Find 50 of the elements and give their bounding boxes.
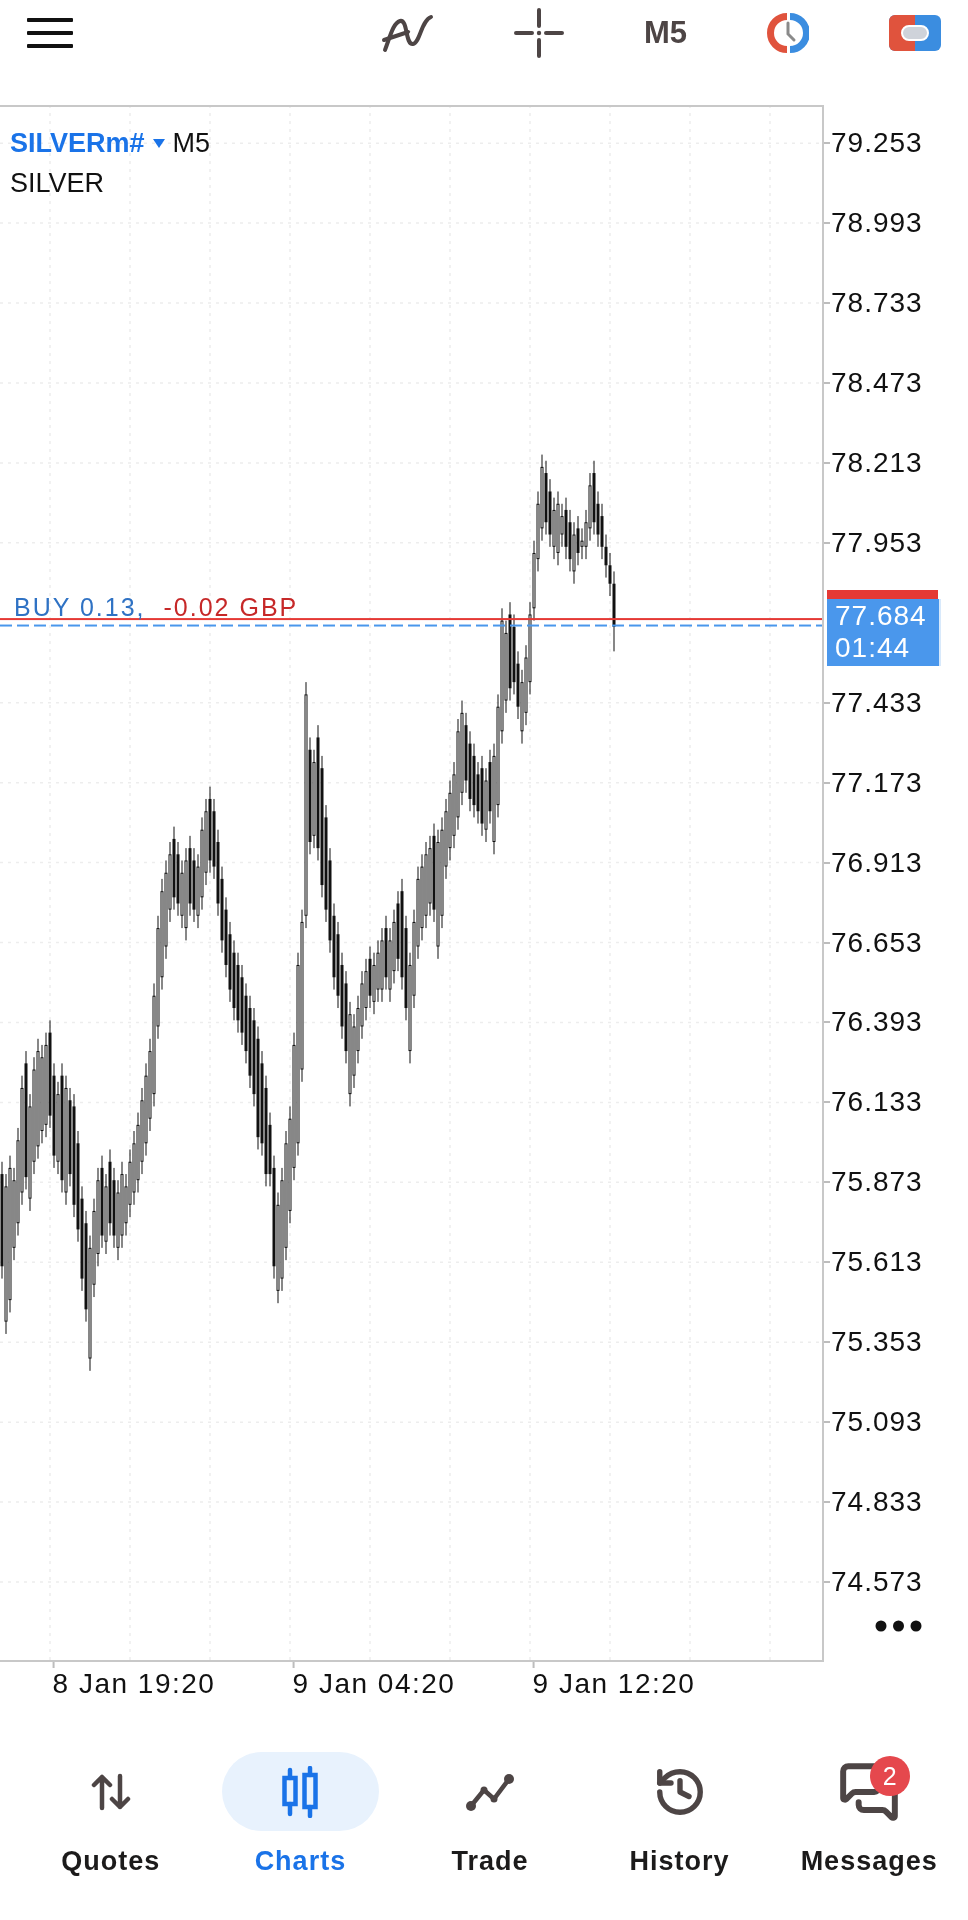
trend-line-icon	[465, 1771, 515, 1812]
chart-timeframe: M5	[172, 127, 211, 160]
price-axis-label: 75.613	[824, 1246, 923, 1279]
price-axis-label: 76.133	[824, 1086, 923, 1119]
price-axis-label: 74.573	[824, 1566, 923, 1599]
menu-button[interactable]	[27, 18, 73, 48]
nav-tab[interactable]: History	[584, 1752, 775, 1877]
price-axis-label: 74.833	[824, 1486, 923, 1519]
clock-icon	[767, 12, 809, 54]
symbol-selector[interactable]: SILVERm#	[10, 125, 145, 161]
nav-tab[interactable]: Quotes	[16, 1752, 206, 1877]
unread-count: 2	[869, 1756, 910, 1796]
price-axis-label: 79.253	[824, 127, 923, 160]
clock-button[interactable]	[767, 12, 809, 54]
crosshair-button[interactable]	[513, 8, 564, 58]
price-axis-label: 77.173	[824, 766, 923, 799]
price-axis-label: 76.653	[824, 926, 923, 959]
price-axis-label: 78.733	[824, 287, 923, 319]
order-label: BUY 0.13,	[14, 592, 146, 623]
toggle-button[interactable]	[889, 15, 941, 51]
price-value: 77.684	[835, 599, 928, 632]
up-down-arrows-icon	[90, 1771, 131, 1812]
profit-label: -0.02 GBP	[163, 592, 299, 623]
time-axis-label: 8 Jan 19:20	[52, 1662, 216, 1700]
toggle-icon	[889, 15, 941, 51]
countdown-timer: 01:44	[835, 631, 912, 664]
nav-tab[interactable]: Charts	[205, 1752, 396, 1877]
price-axis-label: 78.213	[824, 446, 923, 479]
price-axis-label: 77.953	[824, 526, 923, 559]
price-axis-label: 78.473	[824, 366, 923, 399]
menu-icon	[27, 18, 73, 48]
price-axis-label: 76.913	[824, 846, 923, 879]
nav-tab[interactable]: 2 Messages	[774, 1752, 964, 1877]
price-axis-label: 76.393	[824, 1006, 923, 1039]
crosshair-icon	[513, 8, 564, 58]
indicators-button[interactable]	[380, 13, 434, 53]
price-axis-label: 75.353	[824, 1326, 923, 1359]
dropdown-caret-icon	[152, 138, 165, 148]
symbol-description: SILVER	[10, 167, 106, 200]
more-icon[interactable]	[875, 1620, 922, 1632]
chart-icon	[280, 1765, 321, 1818]
price-axis-label: 75.873	[824, 1166, 923, 1199]
time-axis-label: 9 Jan 12:20	[532, 1662, 696, 1700]
nav-tab[interactable]: Trade	[395, 1752, 585, 1877]
price-axis-label: 77.433	[824, 686, 923, 719]
time-axis-label: 9 Jan 04:20	[292, 1662, 456, 1700]
timeframe-button[interactable]: M5	[643, 15, 687, 51]
curve-icon	[380, 13, 434, 53]
price-axis-label: 78.993	[824, 207, 923, 240]
price-axis-label: 75.093	[824, 1406, 923, 1439]
